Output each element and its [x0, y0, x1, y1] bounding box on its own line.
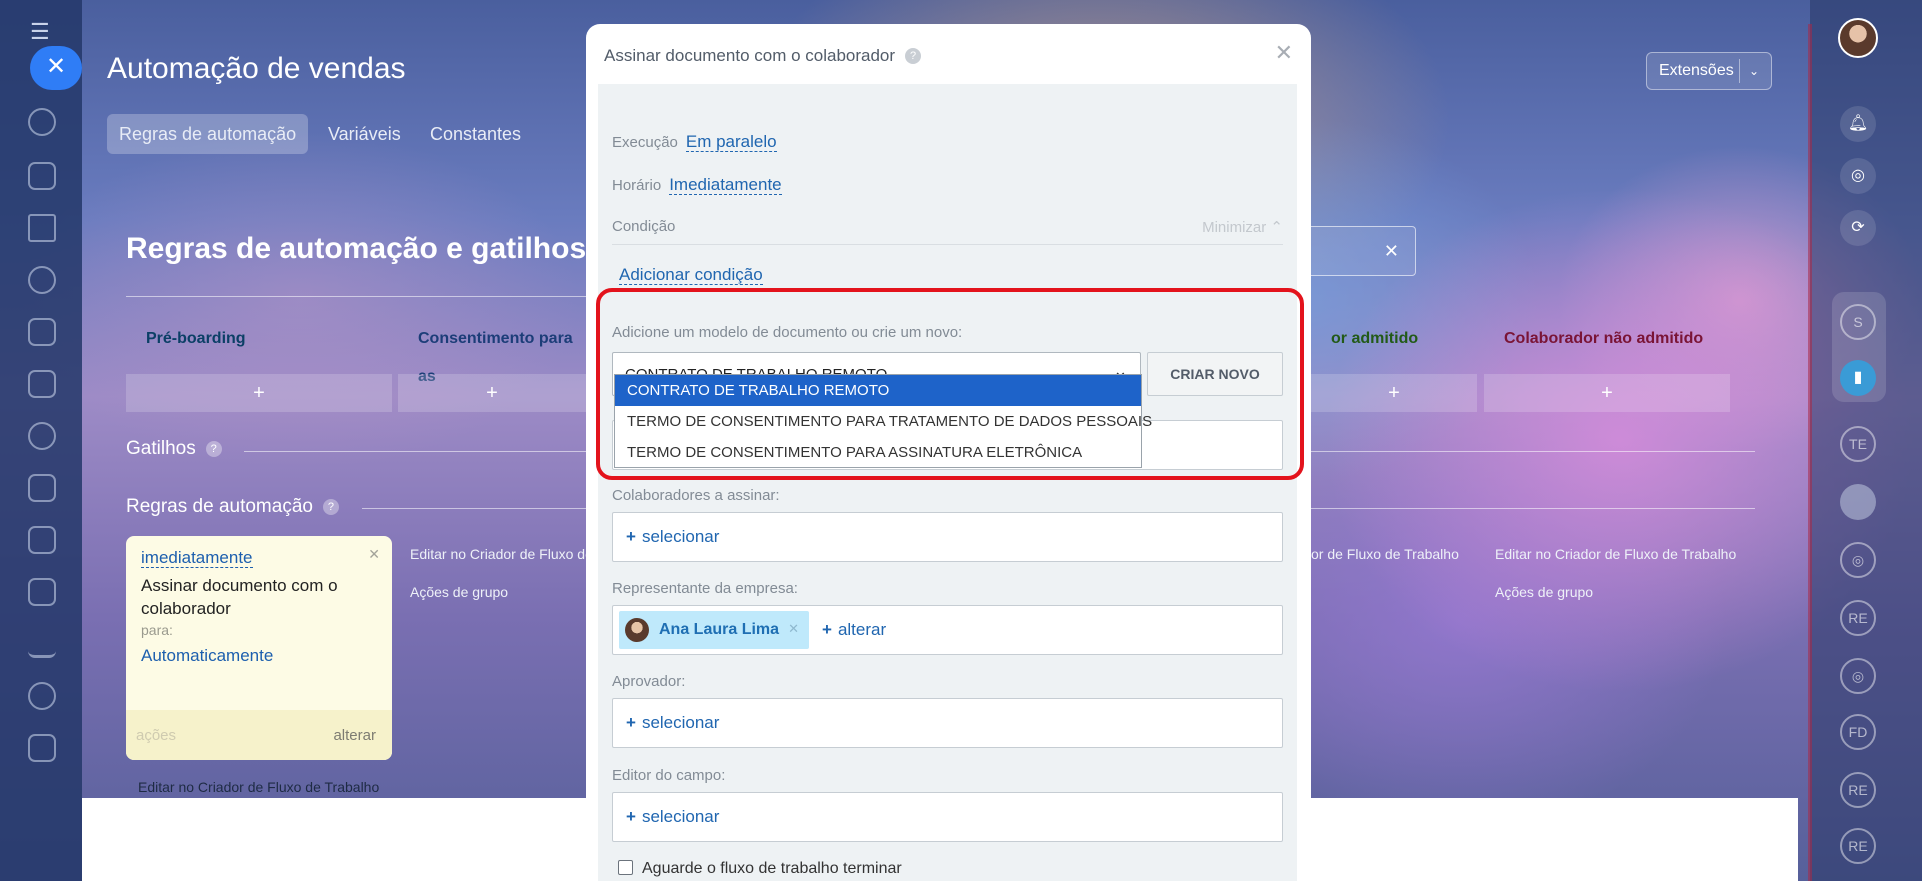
robot-icon[interactable] [28, 422, 56, 450]
change-rep-link[interactable]: + alterar [822, 620, 886, 640]
add-rule-button[interactable]: + [398, 374, 586, 412]
edit-workflow-link[interactable]: Editar no Criador de Fluxo de [410, 546, 593, 562]
chat-avatar[interactable]: S [1840, 304, 1876, 340]
copilot-icon[interactable]: ◎ [1840, 542, 1876, 578]
chart-icon[interactable] [28, 630, 56, 658]
approver-label: Aprovador: [612, 673, 686, 690]
extensions-button[interactable]: Extensões ⌄ [1646, 52, 1772, 90]
minimize-toggle[interactable]: Minimizar ⌃ [1202, 218, 1283, 236]
chat-avatar[interactable]: RE [1840, 600, 1876, 636]
field-editor-label: Editor do campo: [612, 767, 726, 784]
crm-icon[interactable] [28, 108, 56, 136]
rule-name: Assinar documento com o colaborador [141, 576, 338, 618]
chat-avatar[interactable]: RE [1840, 828, 1876, 864]
chat-avatar[interactable]: TE [1840, 426, 1876, 462]
tab-variables[interactable]: Variáveis [316, 114, 413, 154]
rule-card[interactable]: imediatamente ✕ Assinar documento com o … [126, 536, 392, 760]
copilot-icon[interactable]: ◎ [1840, 158, 1876, 194]
group-avatar[interactable] [1840, 484, 1876, 520]
tasks-icon[interactable] [28, 162, 56, 190]
help-icon: ? [905, 48, 922, 64]
condition-label: Condição [612, 218, 676, 235]
cart-icon[interactable] [28, 318, 56, 346]
hamburger-icon[interactable]: ☰ [30, 21, 52, 43]
dialog-title: Assinar documento com o colaborador? [604, 46, 922, 66]
for-label: para: [141, 622, 173, 638]
add-condition-link[interactable]: Adicionar condição [619, 265, 763, 285]
add-rule-button[interactable]: + [126, 374, 392, 412]
tab-constants[interactable]: Constantes [418, 114, 533, 154]
remove-icon[interactable]: ✕ [788, 621, 799, 637]
add-rule-button[interactable]: + [1311, 374, 1477, 412]
select-approver-link[interactable]: + selecionar [626, 713, 719, 733]
chevron-down-icon: ⌄ [1749, 64, 1760, 78]
highlight-frame [596, 288, 1304, 480]
avatar [625, 618, 649, 642]
rule-target: Automaticamente [141, 646, 274, 665]
building-icon[interactable] [28, 526, 56, 554]
tab-automation-rules[interactable]: Regras de automação [107, 114, 309, 154]
approver-field[interactable]: + selecionar [612, 698, 1283, 748]
stage-pre-boarding[interactable]: Pré-boarding [126, 320, 392, 358]
signers-label: Colaboradores a assinar: [612, 487, 780, 504]
page-title: Automação de vendas [107, 52, 406, 85]
edit-workflow-link[interactable]: or de Fluxo de Trabalho [1311, 546, 1459, 562]
box-icon[interactable] [28, 474, 56, 502]
settings-icon[interactable] [28, 682, 56, 710]
bookmark-icon[interactable]: ▮ [1840, 360, 1876, 396]
company-rep-name: Ana Laura Lima [659, 621, 780, 638]
close-slider-button[interactable]: ✕ [30, 46, 82, 90]
clear-search-button[interactable]: ✕ [1296, 226, 1416, 276]
rule-timing-link[interactable]: imediatamente [141, 548, 253, 568]
close-icon[interactable]: ✕ [1275, 40, 1293, 66]
calendar-icon[interactable] [28, 578, 56, 606]
group-actions-link[interactable]: Ações de grupo [410, 584, 508, 600]
stage-hired[interactable]: or admitido [1311, 320, 1477, 358]
wait-workflow-label: Aguarde o fluxo de trabalho terminar [642, 860, 902, 877]
actions-label: ações [136, 727, 177, 744]
copilot-icon[interactable]: ◎ [1840, 658, 1876, 694]
close-icon[interactable]: ✕ [368, 546, 380, 563]
wait-workflow-checkbox[interactable] [618, 860, 633, 875]
company-rep-label: Representante da empresa: [612, 580, 798, 597]
execution-row: Execução Em paralelo [612, 132, 777, 152]
rules-heading: Regras de automação? [126, 496, 339, 518]
add-rule-button[interactable]: + [1484, 374, 1730, 412]
group-actions-link[interactable]: Ações de grupo [1495, 584, 1593, 600]
select-signers-link[interactable]: + selecionar [626, 527, 719, 547]
edit-workflow-link[interactable]: Editar no Criador de Fluxo de Trabalho [1495, 546, 1736, 562]
company-rep-field: Ana Laura Lima ✕ + alterar [612, 605, 1283, 655]
execution-value[interactable]: Em paralelo [685, 132, 777, 152]
stage-not-hired[interactable]: Colaborador não admitido [1484, 320, 1730, 358]
time-value[interactable]: Imediatamente [669, 175, 782, 195]
chevron-up-icon: ⌃ [1270, 219, 1283, 236]
card-icon[interactable] [28, 370, 56, 398]
section-title: Regras de automação e gatilhos [126, 232, 587, 265]
sync-icon[interactable]: ⟳ [1840, 210, 1876, 246]
chat-avatar[interactable]: FD [1840, 714, 1876, 750]
stage-consent[interactable]: Consentimento para as [398, 320, 586, 385]
extensions-label: Extensões [1659, 62, 1734, 79]
user-chip[interactable]: Ana Laura Lima ✕ [619, 611, 809, 649]
change-link[interactable]: alterar [333, 727, 376, 744]
help-icon: ? [205, 441, 222, 457]
chat-avatar[interactable]: RE [1840, 772, 1876, 808]
triggers-heading: Gatilhos? [126, 438, 222, 460]
user-avatar[interactable] [1838, 18, 1878, 58]
filter-icon[interactable] [28, 214, 56, 242]
select-field-editor-link[interactable]: + selecionar [626, 807, 719, 827]
help-icon: ? [322, 499, 339, 515]
target-icon[interactable] [28, 266, 56, 294]
field-editor-field[interactable]: + selecionar [612, 792, 1283, 842]
time-row: Horário Imediatamente [612, 175, 782, 195]
apps-icon[interactable] [28, 734, 56, 762]
bell-icon[interactable]: 🔔︎ [1840, 106, 1876, 142]
signers-field[interactable]: + selecionar [612, 512, 1283, 562]
edit-workflow-link[interactable]: Editar no Criador de Fluxo de Trabalho [138, 779, 379, 795]
